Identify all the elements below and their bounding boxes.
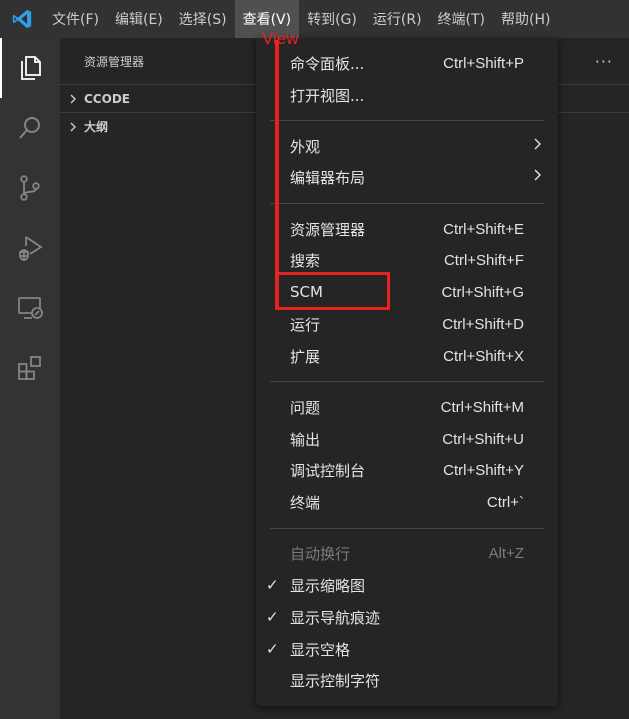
menu-item-label: 显示空格 <box>290 640 351 659</box>
more-actions-icon[interactable]: ··· <box>595 52 613 71</box>
view-dropdown-menu: 命令面板... Ctrl+Shift+P 打开视图... 外观 编辑器布局 资源… <box>256 38 558 706</box>
menu-item-label: 打开视图... <box>290 86 365 105</box>
menu-item-label: 显示导航痕迹 <box>290 608 381 627</box>
chevron-right-icon <box>532 137 542 155</box>
section-label: CCODE <box>84 91 130 106</box>
menu-item-show-control-chars[interactable]: 显示控制字符 <box>256 665 558 695</box>
menu-go[interactable]: 转到(G) <box>299 0 365 38</box>
menu-help[interactable]: 帮助(H) <box>493 0 558 38</box>
menu-item-editor-layout[interactable]: 编辑器布局 <box>256 162 558 192</box>
check-icon: ✓ <box>266 576 279 594</box>
menu-item-run[interactable]: 运行 Ctrl+Shift+D <box>256 309 558 339</box>
menu-separator <box>270 203 544 204</box>
menu-item-shortcut: Ctrl+Shift+X <box>443 347 524 365</box>
menu-item-open-view[interactable]: 打开视图... <box>256 80 558 110</box>
chevron-right-icon <box>532 168 542 186</box>
menu-item-shortcut: Ctrl+` <box>486 493 524 511</box>
menu-item-label: 扩展 <box>290 347 321 366</box>
menu-item-show-whitespace[interactable]: ✓ 显示空格 <box>256 634 558 664</box>
menu-separator <box>270 120 544 121</box>
menu-item-label: 终端 <box>290 493 321 512</box>
menu-item-label: 显示缩略图 <box>290 576 366 595</box>
menu-item-label: 资源管理器 <box>290 220 366 239</box>
vscode-logo-icon <box>0 0 44 38</box>
chevron-right-icon <box>68 122 84 132</box>
menu-item-label: 搜索 <box>290 251 321 270</box>
menu-item-label: 编辑器布局 <box>290 168 366 187</box>
menu-separator <box>270 381 544 382</box>
menu-item-label: 自动换行 <box>290 544 351 563</box>
activity-bar <box>0 38 60 719</box>
menu-item-shortcut: Alt+Z <box>488 544 524 562</box>
menu-item-label: 输出 <box>290 430 321 449</box>
chevron-right-icon <box>68 94 84 104</box>
menu-item-label: 调试控制台 <box>290 461 366 480</box>
menu-item-appearance[interactable]: 外观 <box>256 131 558 161</box>
run-debug-icon[interactable] <box>0 218 60 278</box>
check-icon: ✓ <box>266 640 279 658</box>
menu-item-shortcut: Ctrl+Shift+D <box>442 315 524 333</box>
annotation-scm-box <box>276 272 390 310</box>
menu-run[interactable]: 运行(R) <box>365 0 430 38</box>
menu-item-search[interactable]: 搜索 Ctrl+Shift+F <box>256 245 558 275</box>
menu-item-output[interactable]: 输出 Ctrl+Shift+U <box>256 424 558 454</box>
search-icon[interactable] <box>0 98 60 158</box>
menu-file[interactable]: 文件(F) <box>44 0 107 38</box>
menu-selection[interactable]: 选择(S) <box>171 0 235 38</box>
menu-item-shortcut: Ctrl+Shift+M <box>440 398 524 416</box>
menu-item-word-wrap: 自动换行 Alt+Z <box>256 538 558 568</box>
menu-item-command-palette[interactable]: 命令面板... Ctrl+Shift+P <box>256 48 558 78</box>
menu-item-shortcut: Ctrl+Shift+Y <box>443 461 524 479</box>
menu-item-show-breadcrumbs[interactable]: ✓ 显示导航痕迹 <box>256 602 558 632</box>
menu-item-shortcut: Ctrl+Shift+U <box>442 430 524 448</box>
menu-item-show-minimap[interactable]: ✓ 显示缩略图 <box>256 570 558 600</box>
menu-item-debug-console[interactable]: 调试控制台 Ctrl+Shift+Y <box>256 455 558 485</box>
menu-item-label: 命令面板... <box>290 54 365 73</box>
annotation-view-label: View <box>262 29 299 48</box>
remote-explorer-icon[interactable] <box>0 278 60 338</box>
menu-item-shortcut: Ctrl+Shift+P <box>443 54 524 72</box>
menu-item-problems[interactable]: 问题 Ctrl+Shift+M <box>256 392 558 422</box>
menu-terminal[interactable]: 终端(T) <box>430 0 493 38</box>
menu-item-shortcut: Ctrl+Shift+F <box>443 251 524 269</box>
menu-item-explorer[interactable]: 资源管理器 Ctrl+Shift+E <box>256 214 558 244</box>
menu-item-extensions[interactable]: 扩展 Ctrl+Shift+X <box>256 341 558 371</box>
menu-bar: 文件(F) 编辑(E) 选择(S) 查看(V) 转到(G) 运行(R) 终端(T… <box>0 0 629 38</box>
explorer-icon[interactable] <box>0 38 60 98</box>
menu-item-label: 显示控制字符 <box>290 671 381 690</box>
extensions-icon[interactable] <box>0 338 60 398</box>
menu-item-shortcut: Ctrl+Shift+E <box>443 220 524 238</box>
menu-item-terminal[interactable]: 终端 Ctrl+` <box>256 487 558 517</box>
section-label: 大纲 <box>84 120 109 134</box>
menu-item-shortcut: Ctrl+Shift+G <box>441 283 524 301</box>
menu-item-label: 外观 <box>290 137 321 156</box>
sidebar-title-text: 资源管理器 <box>84 54 145 69</box>
menu-edit[interactable]: 编辑(E) <box>107 0 171 38</box>
menu-item-label: 问题 <box>290 398 321 417</box>
menu-item-label: 运行 <box>290 315 321 334</box>
annotation-vertical-line <box>275 40 279 310</box>
menu-separator <box>270 528 544 529</box>
source-control-icon[interactable] <box>0 158 60 218</box>
check-icon: ✓ <box>266 608 279 626</box>
